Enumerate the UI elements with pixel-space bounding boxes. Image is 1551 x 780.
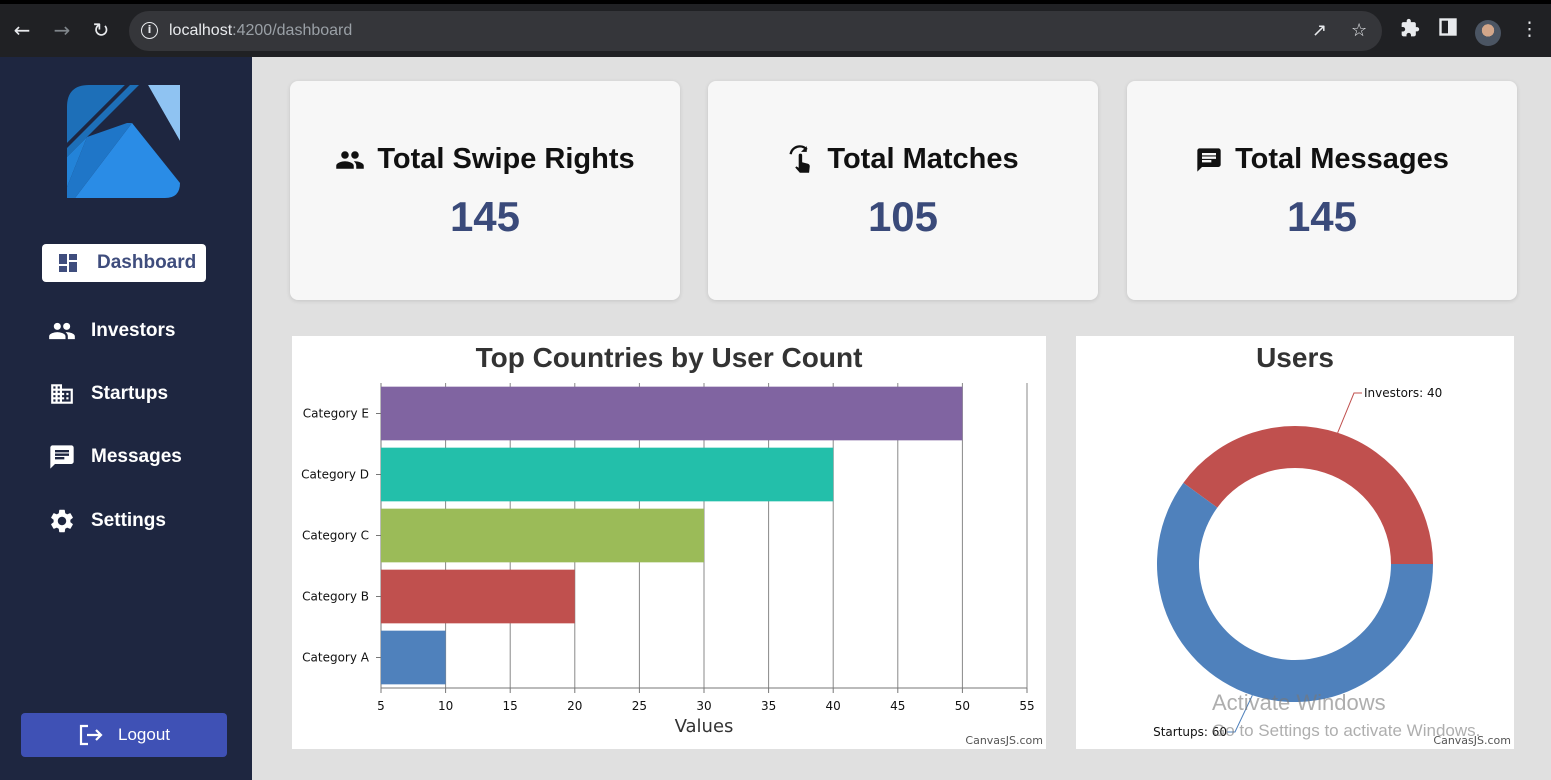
doughnut-chart-card: Users Investors: 40 Startups: 60 CanvasJS… [1076, 336, 1514, 749]
sidebar-item-dashboard[interactable]: Dashboard [42, 244, 206, 282]
stat-value: 145 [449, 193, 521, 240]
bar [381, 386, 963, 441]
extensions-puzzle-icon[interactable] [1400, 18, 1420, 43]
back-icon[interactable]: ← [10, 18, 34, 42]
bar [381, 508, 704, 563]
share-icon[interactable]: ↗ [1312, 20, 1327, 41]
sidebar-item-label: Investors [91, 320, 176, 341]
address-bar[interactable]: i localhost:4200/dashboard ↗ ☆ [129, 11, 1382, 51]
x-tick-label: 15 [503, 699, 518, 713]
url-host: localhost [169, 22, 233, 39]
gear-icon [48, 507, 76, 535]
logout-icon [78, 723, 104, 747]
sidebar-item-startups[interactable]: Startups [48, 376, 168, 412]
y-tick-label: Category A [302, 651, 370, 665]
x-tick-label: 20 [567, 699, 582, 713]
x-tick-label: 30 [696, 699, 711, 713]
stat-card-swipe-rights: Total Swipe Rights 145 [290, 81, 680, 300]
stat-value: 145 [1286, 193, 1358, 240]
stat-card-messages: Total Messages 145 [1127, 81, 1517, 300]
x-tick-label: 35 [761, 699, 776, 713]
x-tick-label: 5 [377, 699, 385, 713]
doughnut-slice [1183, 426, 1433, 564]
building-icon [48, 380, 76, 408]
message-icon [48, 443, 76, 471]
people-icon [335, 145, 365, 175]
sidebar-item-label: Messages [91, 446, 182, 467]
dashboard-icon [54, 249, 82, 277]
bar-chart-card: Top Countries by User Count Category A Ca… [292, 336, 1046, 749]
slice-connector [1337, 392, 1362, 433]
x-tick-label: 55 [1019, 699, 1034, 713]
url-text[interactable]: localhost:4200/dashboard [169, 22, 352, 40]
y-tick-label: Category D [301, 468, 369, 482]
kebab-menu-icon[interactable]: ⋮ [1520, 18, 1539, 40]
reload-icon[interactable]: ↻ [89, 18, 113, 42]
x-tick-label: 10 [438, 699, 453, 713]
x-tick-label: 45 [890, 699, 905, 713]
y-tick-label: Category C [302, 529, 369, 543]
y-tick-label: Category B [302, 590, 369, 604]
people-icon [48, 317, 76, 345]
sidebar-item-label: Dashboard [97, 252, 197, 273]
activate-windows-subtitle: Go to Settings to activate Windows. [1212, 721, 1481, 740]
sidebar: Dashboard Investors Startups Messages Se… [0, 57, 252, 780]
stat-card-matches: Total Matches 105 [708, 81, 1098, 300]
chart-credit[interactable]: CanvasJS.com [965, 734, 1043, 747]
bar-chart: Category A Category B Category C Category D… [301, 383, 1035, 737]
site-info-icon[interactable]: i [141, 22, 158, 39]
bookmark-star-icon[interactable]: ☆ [1351, 20, 1367, 41]
forward-icon[interactable]: → [50, 18, 74, 42]
x-tick-label: 25 [632, 699, 647, 713]
x-tick-label: 50 [955, 699, 970, 713]
x-tick-label: 40 [826, 699, 841, 713]
sidebar-item-label: Startups [91, 383, 169, 404]
bar [381, 630, 446, 685]
logout-label: Logout [118, 725, 170, 744]
profile-avatar[interactable] [1475, 20, 1501, 46]
sidebar-item-label: Settings [91, 510, 166, 531]
swipe-gesture-icon [787, 144, 815, 175]
logout-button[interactable]: Logout [21, 713, 227, 757]
sidebar-item-investors[interactable]: Investors [48, 313, 175, 349]
message-icon [1195, 146, 1223, 174]
side-panel-icon[interactable] [1439, 18, 1457, 41]
slice-label: Investors: 40 [1364, 386, 1442, 400]
stat-value: 105 [867, 193, 939, 240]
sidebar-item-messages[interactable]: Messages [48, 439, 182, 475]
url-path: :4200/dashboard [232, 22, 353, 39]
stat-title: Total Messages [1235, 143, 1449, 175]
stat-title: Total Matches [827, 143, 1019, 175]
y-tick-label: Category E [303, 407, 369, 421]
sidebar-item-settings[interactable]: Settings [48, 503, 166, 539]
bar [381, 569, 575, 624]
app-logo [67, 85, 180, 198]
bar [381, 447, 834, 502]
doughnut-chart: Investors: 40Startups: 60 [1153, 386, 1442, 739]
stat-title: Total Swipe Rights [377, 143, 635, 175]
browser-toolbar: ← → ↻ i localhost:4200/dashboard ↗ ☆ ⋮ [0, 0, 1551, 57]
x-axis-label: Values [675, 716, 734, 737]
activate-windows-title: Activate Windows [1212, 690, 1386, 715]
